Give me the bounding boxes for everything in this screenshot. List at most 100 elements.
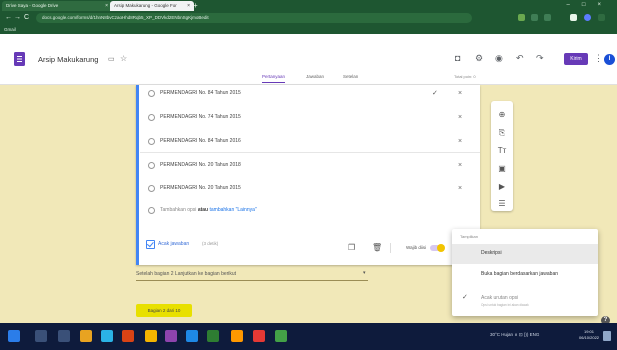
- option-label[interactable]: PERMENDAGRI No. 20 Tahun 2018: [160, 161, 241, 170]
- sidebar-icon[interactable]: [570, 14, 577, 21]
- forward-icon[interactable]: →: [14, 11, 21, 25]
- divider: [390, 243, 391, 253]
- option-row[interactable]: PERMENDAGRI No. 20 Tahun 2018 ×: [148, 161, 468, 171]
- close-icon[interactable]: ×: [187, 1, 190, 11]
- app-icon[interactable]: [101, 330, 113, 342]
- menu-icon[interactable]: [598, 14, 605, 21]
- form-title[interactable]: Arsip Makukarung: [38, 55, 98, 64]
- after-section-select[interactable]: Setelah bagian 2 Lanjutkan ke bagian ber…: [136, 271, 236, 277]
- remove-option-icon[interactable]: ×: [458, 184, 462, 193]
- check-icon: ✓: [462, 294, 468, 301]
- shuffle-meta: (3 detik): [202, 241, 219, 246]
- close-icon[interactable]: ×: [105, 1, 108, 11]
- extension-icon[interactable]: [544, 14, 551, 21]
- browser-tab-drive[interactable]: Drive Saya - Google Drive ×: [2, 1, 112, 11]
- reload-icon[interactable]: C: [24, 11, 29, 25]
- chrome-icon[interactable]: [275, 330, 287, 342]
- add-option-row[interactable]: Tambahkan opsi atau tambahkan "Lainnya": [148, 206, 468, 216]
- menu-item-go-to-section[interactable]: Buka bagian berdasarkan jawaban: [452, 265, 598, 285]
- radio-icon: [148, 162, 155, 169]
- app-icon[interactable]: [207, 330, 219, 342]
- add-video-icon[interactable]: ▶: [491, 182, 513, 191]
- menu-item-sublabel: Opsi untuk bagian ini akan diacak: [481, 303, 529, 307]
- remove-option-icon[interactable]: ×: [458, 89, 462, 98]
- add-other-link[interactable]: tambahkan "Lainnya": [209, 207, 256, 213]
- remove-option-icon[interactable]: ×: [458, 113, 462, 122]
- add-image-icon[interactable]: ▣: [491, 164, 513, 173]
- tab-settings[interactable]: Setelan: [343, 74, 358, 79]
- folder-icon[interactable]: ▭: [108, 55, 115, 63]
- delete-icon[interactable]: 🗑: [372, 243, 382, 252]
- app-icon[interactable]: [122, 330, 134, 342]
- app-icon[interactable]: [231, 330, 243, 342]
- option-label[interactable]: PERMENDAGRI No. 20 Tahun 2015: [160, 184, 241, 193]
- menu-item-description[interactable]: Deskripsi: [452, 244, 598, 264]
- avatar[interactable]: I: [604, 54, 615, 65]
- system-tray[interactable]: 30°C Hujan ∧ ⊡ ))) ENG: [490, 332, 539, 338]
- radio-icon: [148, 114, 155, 121]
- extension-icon[interactable]: [518, 14, 525, 21]
- browser-tab-strip: Drive Saya - Google Drive × Arsip Makuka…: [0, 0, 617, 11]
- file-explorer-icon[interactable]: [80, 330, 92, 342]
- menu-item-label: Deskripsi: [481, 250, 502, 256]
- tab-answers[interactable]: Jawaban: [306, 74, 324, 79]
- required-toggle[interactable]: [430, 244, 445, 252]
- dropdown-arrow-icon[interactable]: ▾: [363, 270, 366, 276]
- import-questions-icon[interactable]: ⎘: [491, 128, 513, 138]
- extension-icon[interactable]: [531, 14, 538, 21]
- add-question-icon[interactable]: ⊕: [491, 110, 513, 119]
- back-icon[interactable]: ←: [5, 11, 12, 25]
- points-status: Total poin: 0: [454, 74, 476, 79]
- app-icon[interactable]: [186, 330, 198, 342]
- search-icon[interactable]: [35, 330, 47, 342]
- redo-icon[interactable]: ↷: [536, 53, 544, 64]
- after-section-underline: [136, 280, 368, 281]
- windows-start-icon[interactable]: [8, 330, 20, 342]
- tab-questions[interactable]: Pertanyaan: [262, 74, 286, 83]
- question-card[interactable]: PERMENDAGRI No. 84 Tahun 2015 ✓ × PERMEN…: [136, 85, 480, 265]
- bookmark-gmail[interactable]: Gmail: [4, 25, 16, 34]
- option-label[interactable]: PERMENDAGRI No. 84 Tahun 2016: [160, 137, 241, 146]
- send-button[interactable]: Kirim: [564, 53, 588, 65]
- checkbox-icon[interactable]: [146, 240, 155, 249]
- address-bar-row: ← → C docs.google.com/forms/d/1hnN8bvCza…: [0, 11, 617, 25]
- forms-logo-icon[interactable]: [14, 52, 25, 66]
- url-field[interactable]: docs.google.com/forms/d/1hnN8bvCzaoHhd8R…: [36, 13, 472, 23]
- new-tab-icon[interactable]: +: [193, 0, 198, 11]
- window-controls[interactable]: –□×: [567, 0, 613, 11]
- clock[interactable]: 19:01 06/10/2022: [579, 329, 599, 341]
- add-title-icon[interactable]: Tт: [491, 146, 513, 155]
- check-icon[interactable]: ✓: [432, 89, 438, 98]
- bookmarks-bar: Gmail: [0, 25, 617, 34]
- more-vert-icon[interactable]: ⋮: [594, 53, 603, 64]
- option-row[interactable]: PERMENDAGRI No. 20 Tahun 2015 ×: [148, 184, 468, 194]
- taskbar: 30°C Hujan ∧ ⊡ ))) ENG 19:01 06/10/2022: [0, 323, 617, 350]
- duplicate-icon[interactable]: ❐: [348, 243, 355, 252]
- add-section-icon[interactable]: ☰: [491, 199, 513, 208]
- task-view-icon[interactable]: [58, 330, 70, 342]
- palette-icon[interactable]: ◘: [455, 53, 460, 63]
- option-row[interactable]: PERMENDAGRI No. 84 Tahun 2016 ×: [148, 137, 468, 147]
- card-divider: [140, 152, 480, 153]
- option-label[interactable]: PERMENDAGRI No. 74 Tahun 2015: [160, 113, 241, 122]
- app-icon[interactable]: [145, 330, 157, 342]
- settings-icon[interactable]: ⚙: [475, 53, 483, 64]
- section-count-badge: Bagian 2 dari 10: [136, 304, 192, 317]
- undo-icon[interactable]: ↶: [516, 53, 524, 64]
- remove-option-icon[interactable]: ×: [458, 137, 462, 146]
- option-label[interactable]: PERMENDAGRI No. 84 Tahun 2015: [160, 89, 241, 98]
- notification-icon[interactable]: [603, 331, 611, 341]
- app-icon[interactable]: [165, 330, 177, 342]
- remove-option-icon[interactable]: ×: [458, 161, 462, 170]
- browser-tab-forms[interactable]: Arsip Makukarung - Google For ×: [110, 1, 194, 11]
- option-row[interactable]: PERMENDAGRI No. 74 Tahun 2015 ×: [148, 113, 468, 123]
- star-icon[interactable]: ☆: [120, 54, 127, 63]
- tab-label: Drive Saya - Google Drive: [6, 3, 59, 8]
- app-icon[interactable]: [253, 330, 265, 342]
- option-row[interactable]: PERMENDAGRI No. 84 Tahun 2015 ✓ ×: [148, 89, 468, 99]
- preview-eye-icon[interactable]: ◉: [495, 53, 503, 64]
- profile-icon[interactable]: [584, 14, 591, 21]
- menu-item-label: Buka bagian berdasarkan jawaban: [481, 271, 558, 277]
- add-option-link[interactable]: Tambahkan opsi: [160, 207, 196, 213]
- menu-item-shuffle-options[interactable]: ✓ Acak urutan opsi Opsi untuk bagian ini…: [452, 289, 598, 309]
